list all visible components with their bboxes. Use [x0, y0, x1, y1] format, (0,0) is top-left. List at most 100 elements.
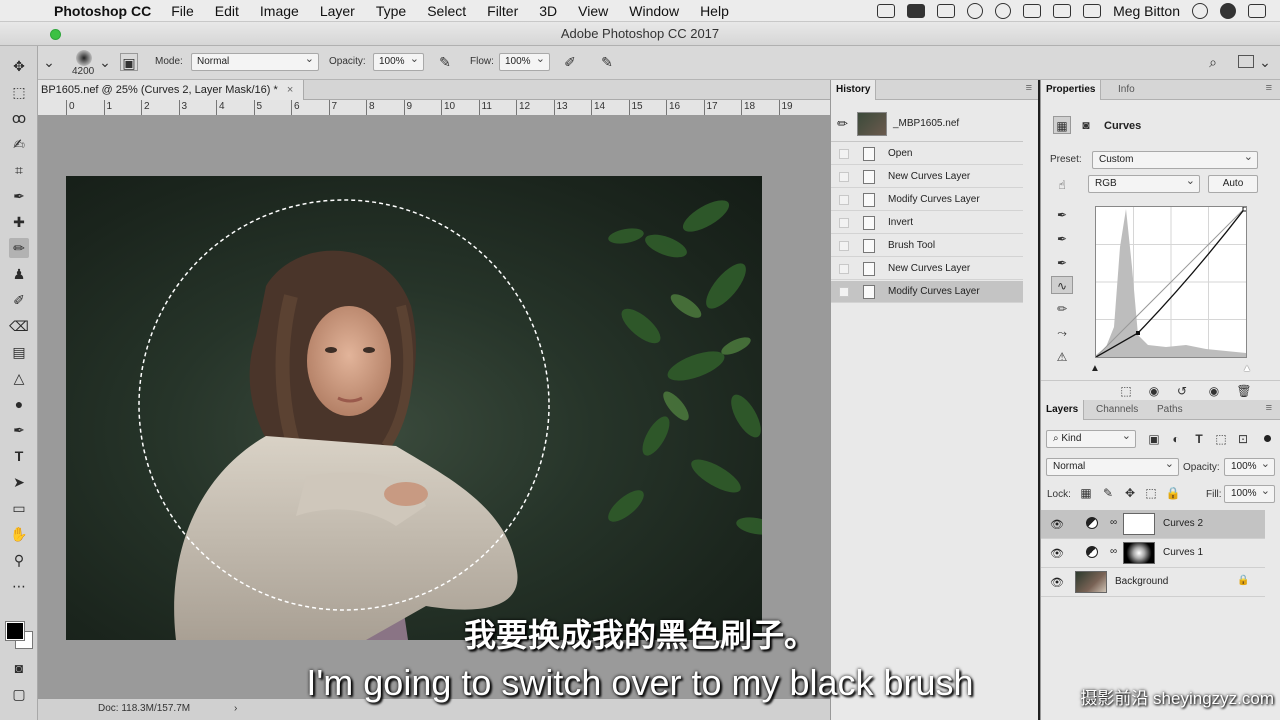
brush-picker-chevron-icon[interactable]: ⌄	[96, 53, 114, 71]
menu-image[interactable]: Image	[260, 3, 299, 19]
lock-image-icon[interactable]: ✎	[1099, 484, 1117, 502]
filter-type-icon[interactable]: T	[1190, 430, 1208, 448]
pressure-opacity-icon[interactable]: ✎	[436, 53, 454, 71]
brush-tool-icon[interactable]: ✏	[9, 238, 29, 258]
blend-mode-select[interactable]: Normal	[1046, 456, 1179, 476]
history-panel-menu-icon[interactable]: ≡	[1026, 82, 1032, 94]
properties-panel-menu-icon[interactable]: ≡	[1266, 82, 1272, 94]
clipping-warning-icon[interactable]: ⚠	[1053, 348, 1071, 366]
tab-info[interactable]: Info	[1113, 80, 1140, 100]
clone-stamp-tool-icon[interactable]: ♟	[9, 264, 29, 284]
history-brush-tool-icon[interactable]: ✐	[9, 290, 29, 310]
cloud-icon[interactable]	[995, 3, 1012, 19]
menu-view[interactable]: View	[578, 3, 608, 19]
search-icon[interactable]: ⌕	[1204, 53, 1222, 71]
white-point-eyedropper-icon[interactable]: ✒	[1053, 254, 1071, 272]
delete-adjustment-icon[interactable]: 🗑	[1235, 382, 1253, 400]
menu-help[interactable]: Help	[700, 3, 729, 19]
menu-type[interactable]: Type	[376, 3, 406, 19]
menu-file[interactable]: File	[171, 3, 194, 19]
dropbox-icon[interactable]	[907, 4, 926, 18]
layer-thumbnail[interactable]	[1075, 571, 1107, 593]
move-tool-icon[interactable]: ✥	[9, 56, 29, 76]
history-snapshot[interactable]: ✏ _MBP1605.nef	[831, 108, 1023, 142]
tab-history[interactable]: History	[831, 80, 877, 100]
white-point-slider-icon[interactable]: ▲	[1242, 363, 1252, 374]
opacity-input[interactable]: 100%	[373, 51, 424, 71]
tab-properties[interactable]: Properties	[1041, 80, 1102, 100]
layer-mask-thumbnail[interactable]	[1123, 542, 1155, 564]
flow-input[interactable]: 100%	[499, 51, 550, 71]
history-brush-source-checkbox[interactable]	[839, 218, 849, 228]
wifi-icon[interactable]	[1023, 4, 1042, 18]
layer-row-curves-2[interactable]: 👁 ∞ Curves 2	[1041, 510, 1265, 539]
history-step[interactable]: Modify Curves Layer	[831, 281, 1023, 303]
hand-tool-icon[interactable]: ✋	[9, 524, 29, 544]
rectangle-tool-icon[interactable]: ▭	[9, 498, 29, 518]
menu-edit[interactable]: Edit	[215, 3, 239, 19]
auto-button[interactable]: Auto	[1208, 175, 1258, 193]
lock-transparent-icon[interactable]: ▦	[1077, 484, 1095, 502]
smooth-curve-icon[interactable]: ⤳	[1053, 324, 1071, 342]
healing-brush-tool-icon[interactable]: ✚	[9, 212, 29, 232]
visibility-eye-icon[interactable]: 👁	[1050, 518, 1064, 531]
lock-artboard-icon[interactable]: ⬚	[1142, 484, 1160, 502]
black-point-eyedropper-icon[interactable]: ✒	[1053, 206, 1071, 224]
spotlight-search-icon[interactable]	[1192, 3, 1208, 19]
history-step[interactable]: New Curves Layer	[831, 166, 1023, 188]
tool-preset-picker-icon[interactable]: ⌄	[40, 53, 58, 71]
visibility-eye-icon[interactable]: 👁	[1050, 547, 1064, 560]
history-step[interactable]: Brush Tool	[831, 235, 1023, 257]
notification-center-icon[interactable]	[1248, 4, 1266, 18]
photo-canvas[interactable]	[66, 176, 762, 640]
lasso-tool-icon[interactable]: ꝏ	[9, 108, 29, 128]
filter-shape-icon[interactable]: ⬚	[1212, 430, 1230, 448]
visibility-eye-icon[interactable]: 👁	[1050, 576, 1064, 589]
curves-adjustment-icon[interactable]: ▦	[1053, 116, 1071, 134]
curve-edit-points-icon[interactable]: ∿	[1051, 276, 1073, 294]
eyedropper-tool-icon[interactable]: ✒	[9, 186, 29, 206]
history-step[interactable]: Open	[831, 143, 1023, 165]
pressure-size-icon[interactable]: ✎	[598, 53, 616, 71]
link-mask-icon[interactable]: ∞	[1110, 546, 1117, 557]
curve-pencil-icon[interactable]: ✏	[1053, 300, 1071, 318]
brush-panel-toggle-icon[interactable]: ▣	[120, 53, 138, 71]
layers-panel-menu-icon[interactable]: ≡	[1266, 402, 1272, 414]
eraser-tool-icon[interactable]: ⌫	[9, 316, 29, 336]
menu-select[interactable]: Select	[427, 3, 466, 19]
siri-icon[interactable]	[1220, 3, 1236, 19]
home-icon[interactable]	[937, 4, 956, 18]
tab-paths[interactable]: Paths	[1152, 400, 1188, 420]
black-point-slider-icon[interactable]: ▲	[1090, 363, 1100, 374]
workspace-icon[interactable]	[1238, 55, 1254, 68]
targeted-adjustment-icon[interactable]: ☝	[1053, 176, 1071, 194]
history-step[interactable]: Invert	[831, 212, 1023, 234]
menu-filter[interactable]: Filter	[487, 3, 518, 19]
layer-mask-icon[interactable]: ◙	[1077, 116, 1095, 134]
history-brush-source-checkbox[interactable]	[839, 149, 849, 159]
quick-selection-tool-icon[interactable]: ✍	[9, 134, 29, 154]
volume-icon[interactable]	[1083, 4, 1102, 18]
curves-graph[interactable]	[1095, 206, 1248, 358]
zoom-window-button[interactable]	[50, 29, 61, 40]
user-name[interactable]: Meg Bitton	[1113, 3, 1180, 19]
history-step[interactable]: New Curves Layer	[831, 258, 1023, 280]
menu-layer[interactable]: Layer	[320, 3, 355, 19]
history-brush-source-checkbox[interactable]	[839, 172, 849, 182]
marquee-tool-icon[interactable]: ⬚	[9, 82, 29, 102]
type-tool-icon[interactable]: T	[9, 446, 29, 466]
workspace-chevron-icon[interactable]: ⌄	[1256, 53, 1274, 71]
history-brush-source-checkbox[interactable]	[839, 195, 849, 205]
blur-tool-icon[interactable]: △	[9, 368, 29, 388]
filter-adjustment-icon[interactable]: ◐	[1167, 430, 1185, 448]
history-brush-source-checkbox[interactable]	[839, 241, 849, 251]
layer-mask-thumbnail[interactable]	[1123, 513, 1155, 535]
mode-select[interactable]: Normal	[191, 51, 319, 71]
history-brush-source-checkbox[interactable]	[839, 264, 849, 274]
path-selection-tool-icon[interactable]: ➤	[9, 472, 29, 492]
document-tab[interactable]: BP1605.nef @ 25% (Curves 2, Layer Mask/1…	[38, 80, 305, 100]
history-step[interactable]: Modify Curves Layer	[831, 189, 1023, 211]
crop-tool-icon[interactable]: ⌗	[9, 160, 29, 180]
view-previous-state-icon[interactable]: ◉	[1145, 382, 1163, 400]
tab-layers[interactable]: Layers	[1041, 400, 1085, 420]
